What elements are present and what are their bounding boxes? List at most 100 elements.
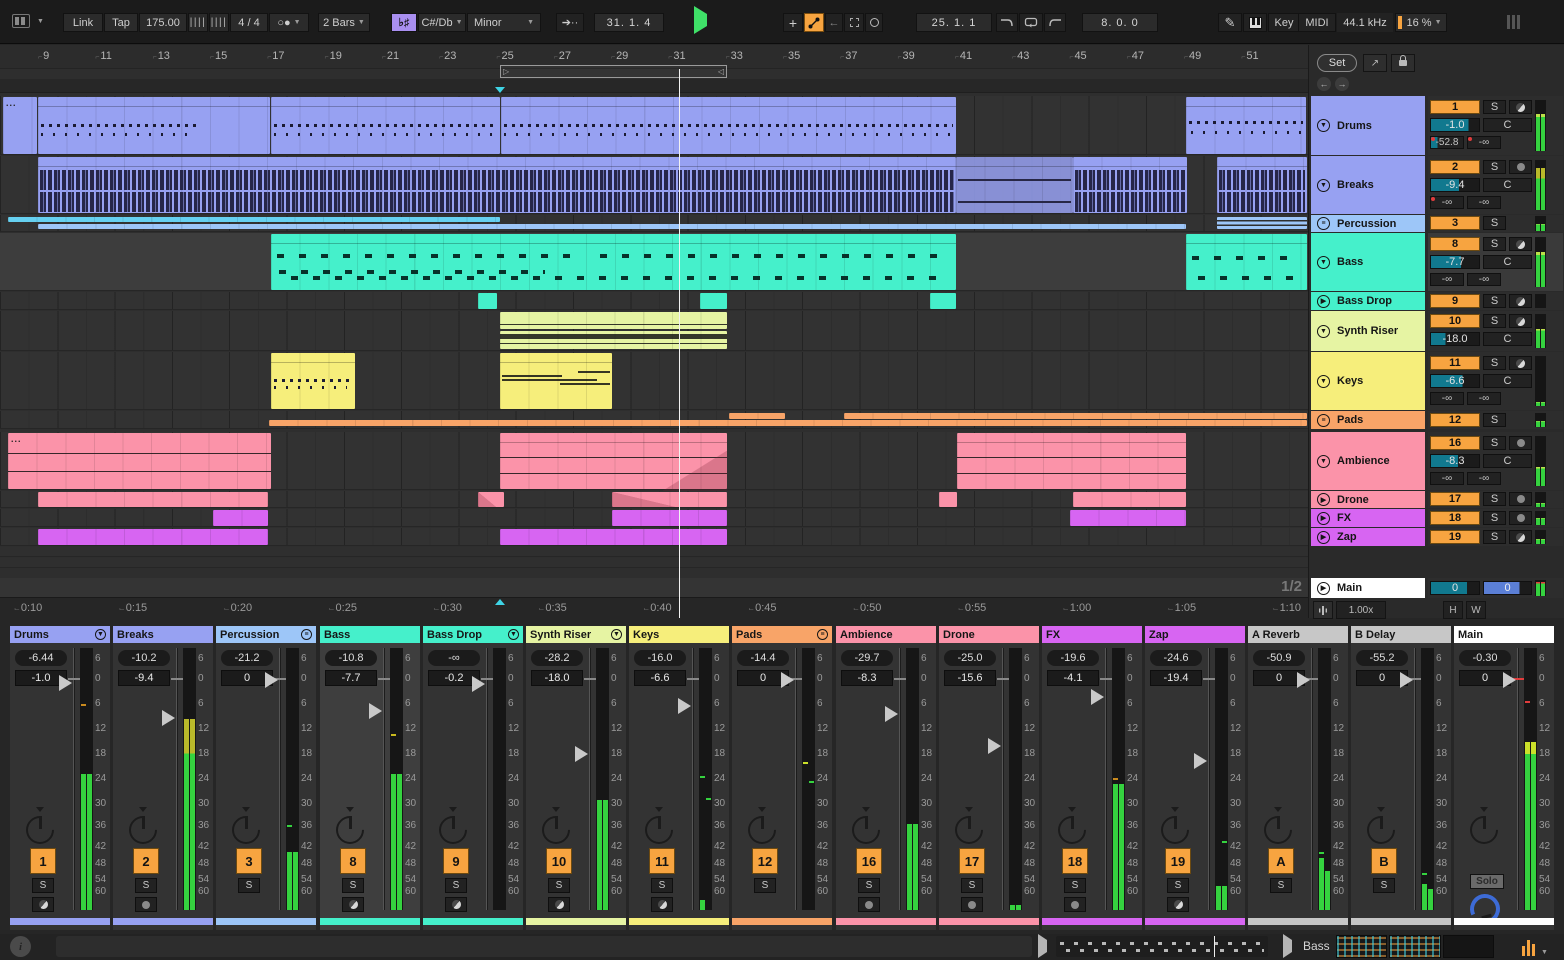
playback-speed-field[interactable]: 1.00x: [1336, 601, 1386, 619]
loop-end-handle[interactable]: ◁: [718, 67, 724, 76]
pan-knob[interactable]: [1468, 814, 1500, 846]
tap-tempo-button[interactable]: Tap: [104, 13, 138, 32]
pan-knob[interactable]: [746, 814, 778, 846]
fold-icon[interactable]: ▼: [1317, 255, 1330, 269]
send-a-field[interactable]: -52.8: [1430, 136, 1464, 149]
pan-field[interactable]: C: [1483, 178, 1532, 192]
solo-button[interactable]: S: [1483, 237, 1506, 251]
device-thumbnail[interactable]: [1442, 935, 1494, 958]
peak-level[interactable]: -55.2: [1356, 650, 1408, 666]
volume-fader[interactable]: [1503, 672, 1516, 688]
volume-fader[interactable]: [472, 676, 485, 692]
device-chain-play-button[interactable]: [1283, 934, 1292, 958]
solo-button[interactable]: S: [1167, 878, 1189, 893]
clip[interactable]: ...: [8, 433, 271, 489]
volume-field[interactable]: -18.0: [1430, 332, 1480, 346]
clip-preview-play-button[interactable]: [1038, 934, 1047, 958]
play-button[interactable]: [694, 6, 707, 34]
track-activator[interactable]: 11: [649, 848, 675, 874]
quantize-menu[interactable]: 2 Bars ▼: [318, 13, 370, 32]
output-meter-button[interactable]: ▼: [1522, 937, 1548, 956]
re-enable-automation-button[interactable]: ←: [825, 13, 843, 32]
solo-button[interactable]: S: [1483, 314, 1506, 328]
track-activator[interactable]: 10: [546, 848, 572, 874]
volume-field[interactable]: -6.6: [634, 670, 686, 686]
arm-button[interactable]: [1509, 100, 1532, 114]
send-a-field[interactable]: -∞: [1430, 196, 1464, 209]
track-header-keys[interactable]: ▼ Keys 11 S -6.6 C -∞ -∞: [1311, 352, 1563, 410]
volume-field[interactable]: -4.1: [1047, 670, 1099, 686]
pan-knob[interactable]: [1159, 814, 1191, 846]
set-locator-button[interactable]: Set: [1317, 54, 1357, 72]
arm-button[interactable]: [1509, 237, 1532, 251]
fader-track[interactable]: [73, 648, 75, 910]
track-activator[interactable]: 2: [133, 848, 159, 874]
track-number[interactable]: 3: [1430, 216, 1480, 230]
fold-icon[interactable]: ▼: [1317, 454, 1330, 468]
clip[interactable]: [700, 293, 727, 309]
fold-icon[interactable]: ▼: [1317, 178, 1330, 192]
solo-button[interactable]: S: [1483, 413, 1506, 427]
draw-mode-button[interactable]: ✎: [1218, 13, 1242, 32]
track-number[interactable]: 10: [1430, 314, 1480, 328]
peak-level[interactable]: -0.30: [1459, 650, 1511, 666]
arm-button[interactable]: [1509, 160, 1532, 174]
track-number[interactable]: 1: [1430, 100, 1480, 114]
solo-button[interactable]: S: [238, 878, 260, 893]
volume-fader[interactable]: [575, 746, 588, 762]
volume-field[interactable]: -19.4: [1150, 670, 1202, 686]
volume-field[interactable]: -7.7: [325, 670, 377, 686]
link-button[interactable]: Link: [63, 13, 103, 32]
arm-button[interactable]: [961, 897, 983, 912]
unfold-icon[interactable]: ▶: [1317, 530, 1330, 544]
track-lane-bass-drop[interactable]: [0, 292, 1308, 310]
track-number[interactable]: 8: [1430, 237, 1480, 251]
track-header-bass[interactable]: ▼ Bass 8 S -7.7 C -∞ -∞: [1311, 233, 1563, 291]
mixer-strip-a-reverb[interactable]: A Reverb -50.9 0 6 0 6 12 18 24 30 36 42 48 54 60 A…: [1248, 626, 1348, 930]
volume-fader[interactable]: [1400, 672, 1413, 688]
track-header-drone[interactable]: ▶ Drone 17 S: [1311, 491, 1563, 508]
metronome-accent-icon[interactable]: ||||: [209, 13, 229, 32]
clip-overview[interactable]: [1056, 936, 1268, 957]
track-lane-bass[interactable]: [0, 233, 1308, 291]
window-selector[interactable]: ▼: [12, 14, 44, 28]
clip[interactable]: [1217, 217, 1307, 229]
loop-brace[interactable]: ▷ ◁: [500, 65, 727, 78]
track-activator[interactable]: 1: [30, 848, 56, 874]
solo-button[interactable]: S: [1483, 216, 1506, 230]
peak-level[interactable]: -6.44: [15, 650, 67, 666]
automation-mode-button[interactable]: [804, 13, 824, 32]
punch-out-button[interactable]: [1044, 13, 1066, 32]
solo-button[interactable]: S: [961, 878, 983, 893]
solo-button[interactable]: S: [1270, 878, 1292, 893]
peak-level[interactable]: -19.6: [1047, 650, 1099, 666]
loop-button[interactable]: [1019, 13, 1043, 32]
peak-level[interactable]: -21.2: [221, 650, 273, 666]
mixer-strip-breaks[interactable]: Breaks -10.2 -9.4 6 0 6 12 18 24 30 36 42 48 54 60 …: [113, 626, 213, 930]
device-chain-overview[interactable]: [1336, 935, 1494, 958]
clip[interactable]: [271, 97, 500, 154]
unfold-icon[interactable]: ▶: [1317, 511, 1330, 525]
clip[interactable]: [844, 413, 1307, 419]
mixer-strip-fx[interactable]: FX -19.6 -4.1 6 0 6 12 18 24 30 36 42 48 54 60 18 S: [1042, 626, 1142, 930]
computer-midi-keyboard-button[interactable]: [1243, 13, 1267, 32]
track-lane-percussion[interactable]: [0, 215, 1308, 232]
volume-fader[interactable]: [162, 710, 175, 726]
scale-mode-button[interactable]: ♭♯: [391, 13, 417, 32]
clip[interactable]: [1073, 157, 1187, 213]
solo-button[interactable]: S: [651, 878, 673, 893]
loop-start-handle[interactable]: ▷: [503, 67, 509, 76]
return-activator[interactable]: A: [1268, 848, 1294, 874]
solo-button[interactable]: S: [1483, 492, 1506, 506]
solo-button[interactable]: S: [1483, 530, 1506, 544]
pan-knob[interactable]: [1056, 814, 1088, 846]
send-b-field[interactable]: -∞: [1467, 196, 1501, 209]
scrub-area[interactable]: [0, 79, 1308, 93]
mixer-strip-b-delay[interactable]: B Delay -55.2 0 6 0 6 12 18 24 30 36 42 48 54 60 B …: [1351, 626, 1451, 930]
clip[interactable]: [612, 492, 727, 507]
arrangement-position-field[interactable]: 31. 1. 4: [594, 13, 664, 32]
next-locator-button[interactable]: →: [1335, 77, 1349, 91]
peak-level[interactable]: -24.6: [1150, 650, 1202, 666]
unfold-icon[interactable]: ▶: [1317, 581, 1330, 595]
solo-button[interactable]: S: [1483, 356, 1506, 370]
